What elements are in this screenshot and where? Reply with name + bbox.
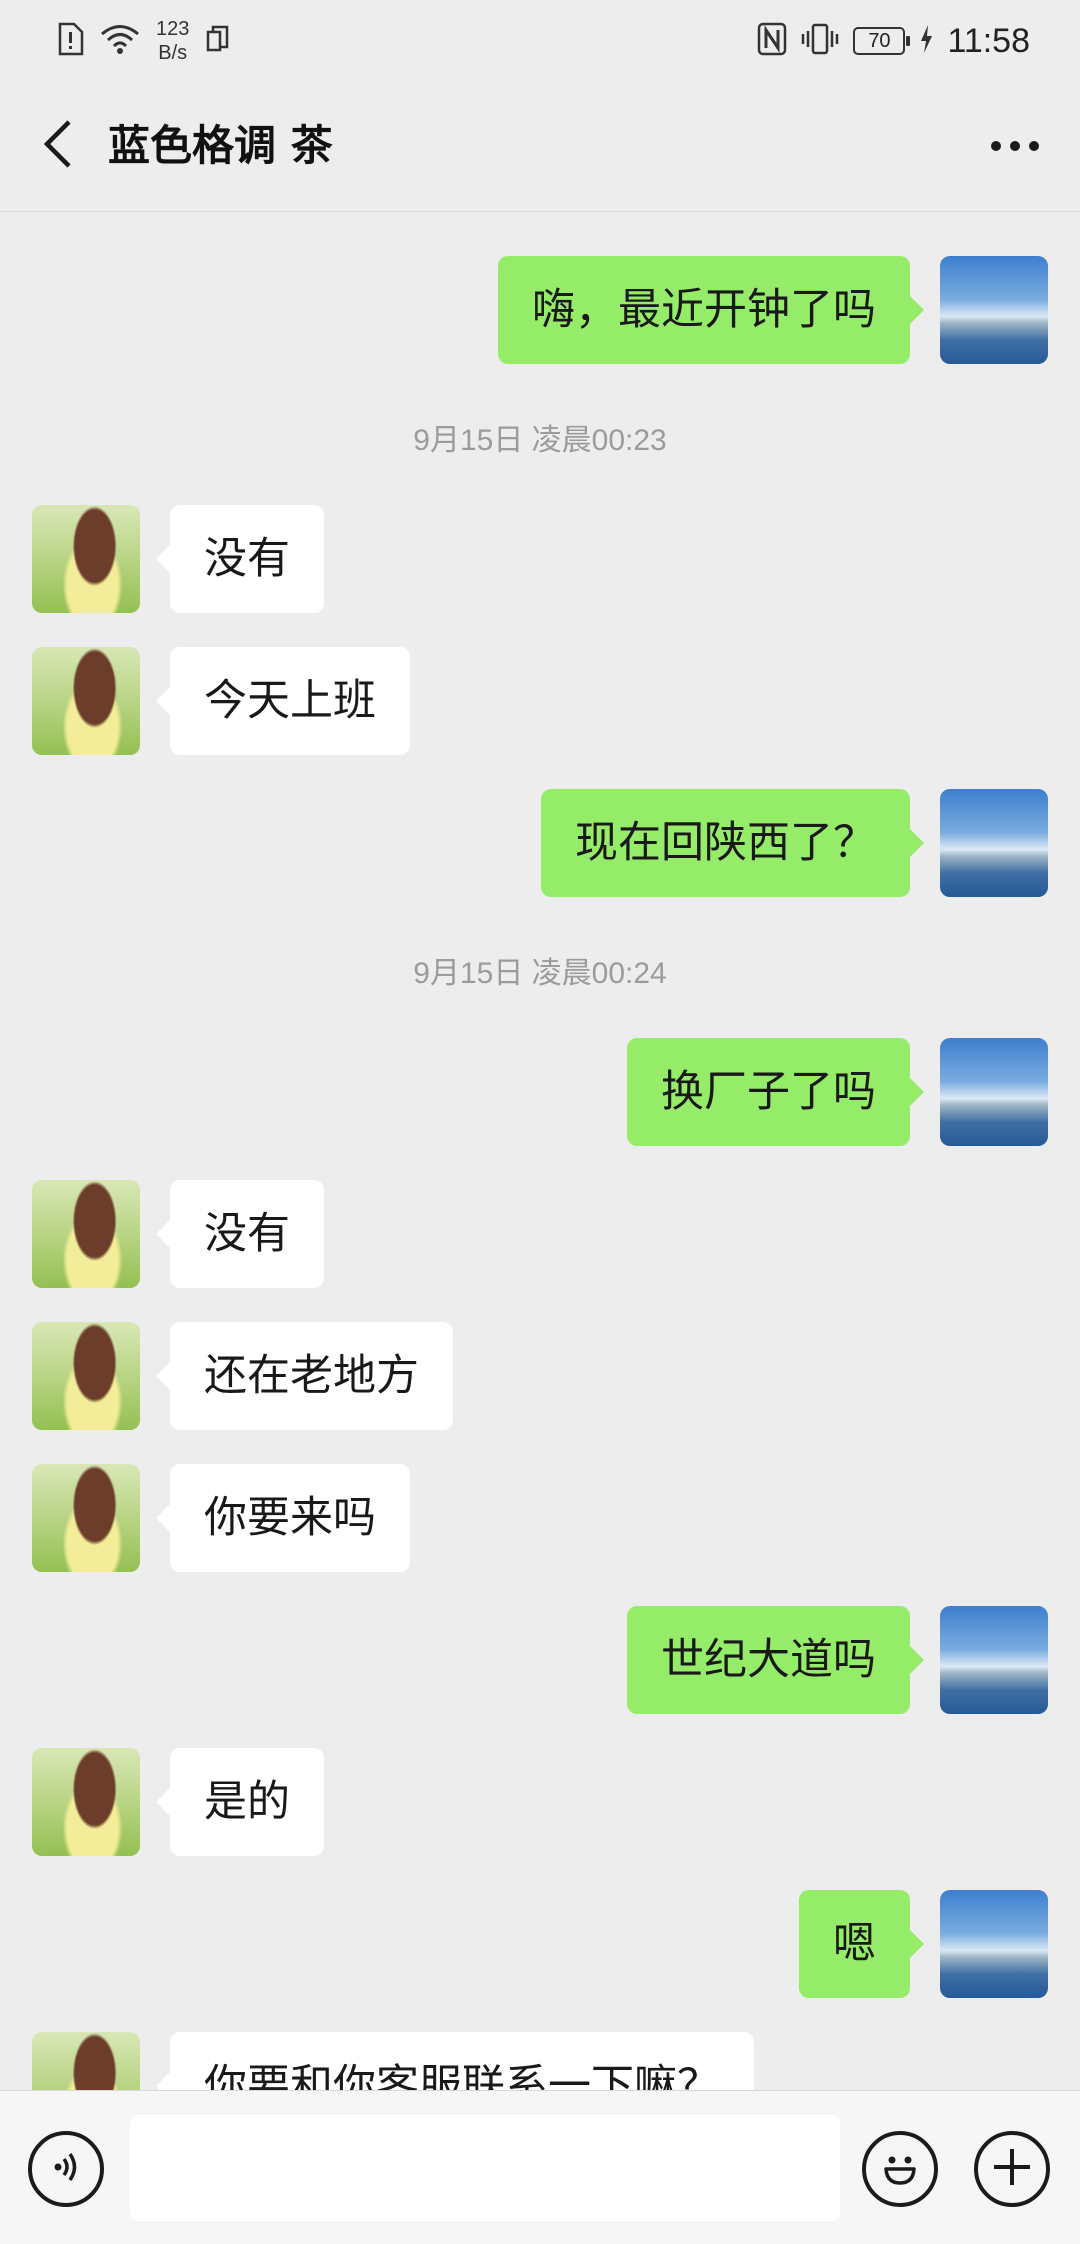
message-row: 嗯 [0,1890,1080,2000]
timestamp: 9月15日 凌晨00:24 [413,957,667,990]
message-row: 是的 [0,1748,1080,1858]
network-speed-value: 123 [156,18,190,40]
screen-mirror-icon [205,25,231,57]
emoji-button[interactable] [862,2131,938,2207]
message-row: 你要来吗 [0,1464,1080,1574]
my-avatar[interactable] [940,789,1048,897]
my-avatar[interactable] [940,1606,1048,1714]
wifi-icon [100,23,140,59]
message-row: 换厂子了吗 [0,1038,1080,1148]
my-avatar[interactable] [940,1890,1048,1998]
network-speed: 123 B/s [156,17,189,65]
message-row: 你要和你客服联系一下嘛？ [0,2032,1080,2090]
input-bar [0,2090,1080,2244]
contact-avatar[interactable] [32,1748,140,1856]
plus-icon [990,2145,1034,2193]
status-bar: 123 B/s 70 11:58 [0,0,1080,80]
message-input[interactable] [130,2115,840,2221]
contact-avatar[interactable] [32,1180,140,1288]
clock: 11:58 [947,21,1030,60]
nfc-icon [757,22,787,60]
message-row: 没有 [0,1180,1080,1290]
incoming-message-bubble[interactable]: 没有 [156,505,324,613]
vibrate-icon [801,22,839,60]
voice-button[interactable] [28,2131,104,2207]
incoming-message-bubble[interactable]: 是的 [156,1748,324,1856]
status-left: 123 B/s [56,16,231,66]
voice-icon [46,2147,86,2191]
battery-indicator: 70 [853,27,911,55]
contact-avatar[interactable] [32,1322,140,1430]
message-list[interactable]: 嗨，最近开钟了吗 9月15日 凌晨00:23 没有 今天上班 现在回陕西了？ 9… [0,213,1080,2090]
message-row: 还在老地方 [0,1322,1080,1432]
more-functions-button[interactable] [974,2131,1050,2207]
timestamp: 9月15日 凌晨00:23 [413,424,667,457]
emoji-icon [876,2143,924,2195]
status-right: 70 11:58 [757,16,1030,66]
incoming-message-bubble[interactable]: 你要来吗 [156,1464,410,1572]
message-row: 没有 [0,505,1080,615]
contact-avatar[interactable] [32,505,140,613]
charging-icon [919,24,933,58]
outgoing-message-bubble[interactable]: 嗯 [799,1890,924,1998]
more-button[interactable] [980,116,1050,176]
contact-avatar[interactable] [32,647,140,755]
my-avatar[interactable] [940,256,1048,364]
back-button[interactable] [28,116,88,176]
incoming-message-bubble[interactable]: 今天上班 [156,647,410,755]
message-row: 嗨，最近开钟了吗 [0,256,1080,366]
message-row: 世纪大道吗 [0,1606,1080,1716]
chat-header: 蓝色格调 茶 [0,80,1080,212]
incoming-message-bubble[interactable]: 还在老地方 [156,1322,453,1430]
chat-title: 蓝色格调 茶 [108,121,333,170]
incoming-message-bubble[interactable]: 没有 [156,1180,324,1288]
message-row: 现在回陕西了？ [0,789,1080,899]
my-avatar[interactable] [940,1038,1048,1146]
outgoing-message-bubble[interactable]: 现在回陕西了？ [541,789,924,897]
network-speed-unit: B/s [158,42,188,64]
contact-avatar[interactable] [32,2032,140,2090]
message-row: 今天上班 [0,647,1080,757]
more-icon [990,137,1040,156]
outgoing-message-bubble[interactable]: 世纪大道吗 [627,1606,924,1714]
outgoing-message-bubble[interactable]: 嗨，最近开钟了吗 [498,256,924,364]
alert-sim-icon [56,22,84,60]
outgoing-message-bubble[interactable]: 换厂子了吗 [627,1038,924,1146]
back-arrow-icon [41,118,75,174]
incoming-message-bubble[interactable]: 你要和你客服联系一下嘛？ [156,2032,754,2090]
contact-avatar[interactable] [32,1464,140,1572]
